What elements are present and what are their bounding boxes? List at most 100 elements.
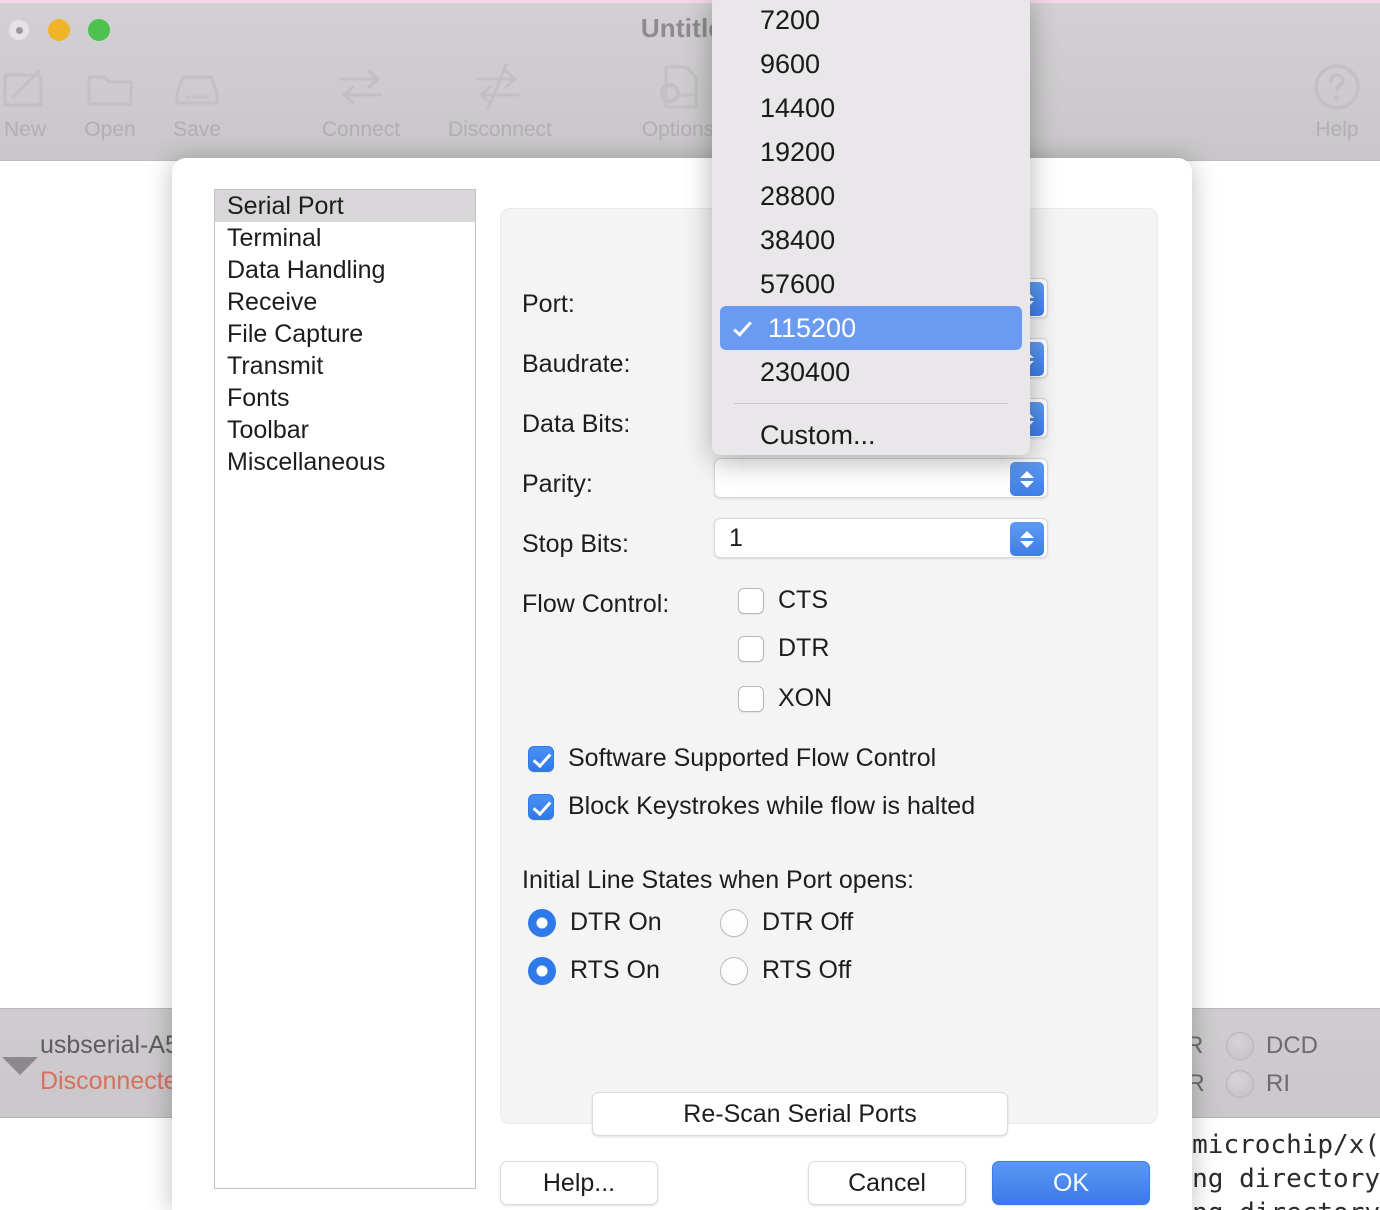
toolbar-label-save: Save <box>173 118 221 141</box>
menu-item-7200[interactable]: 7200 <box>712 0 1030 42</box>
menu-item-57600[interactable]: 57600 <box>712 262 1030 306</box>
menu-item-28800[interactable]: 28800 <box>712 174 1030 218</box>
toolbar-label-open: Open <box>84 118 136 141</box>
parity-select[interactable] <box>714 458 1048 498</box>
flow-control-dtr[interactable]: DTR <box>738 634 829 663</box>
menu-item-230400[interactable]: 230400 <box>712 350 1030 394</box>
parity-label: Parity: <box>522 470 593 498</box>
port-label: Port: <box>522 290 575 318</box>
checkbox-label-software-flow-control: Software Supported Flow Control <box>568 744 937 772</box>
window-titlebar: Untitled New Open Save Connect Disconnec… <box>0 3 1380 161</box>
radio-label-dtr-on: DTR On <box>570 908 662 936</box>
toolbar: New Open Save Connect Disconnect Options… <box>0 58 1380 158</box>
signal-led-dcd <box>1226 1032 1254 1060</box>
checkbox-label-xon: XON <box>778 684 833 712</box>
sidebar-item-receive[interactable]: Receive <box>215 286 475 318</box>
software-flow-control-row[interactable]: Software Supported Flow Control <box>528 744 936 773</box>
connect-arrows-icon <box>311 58 411 116</box>
sidebar-item-toolbar[interactable]: Toolbar <box>215 414 475 446</box>
menu-item-115200[interactable]: 115200 <box>720 306 1022 350</box>
rescan-serial-ports-button[interactable]: Re-Scan Serial Ports <box>592 1092 1008 1136</box>
baudrate-label: Baudrate: <box>522 350 631 378</box>
terminal-line: ng directory <box>1192 1198 1380 1210</box>
radio-dtr-off[interactable] <box>720 908 748 937</box>
menu-item-38400[interactable]: 38400 <box>712 218 1030 262</box>
flow-control-label-row: Flow Control: <box>522 590 669 619</box>
radio-label-rts-on: RTS On <box>570 956 660 984</box>
checkbox-block-keystrokes[interactable] <box>528 793 554 820</box>
stopbits-value: 1 <box>729 523 743 552</box>
menu-item-9600[interactable]: 9600 <box>712 42 1030 86</box>
menu-separator <box>734 403 1008 404</box>
toolbar-button-save[interactable]: Save <box>147 58 247 142</box>
radio-rts-on[interactable] <box>528 956 556 985</box>
status-port-name: usbserial-A5 <box>40 1031 179 1059</box>
signal-led-ri <box>1226 1070 1254 1098</box>
field-row-stopbits: Stop Bits: <box>522 530 629 559</box>
help-button[interactable]: Help... <box>500 1161 658 1205</box>
menu-item-14400[interactable]: 14400 <box>712 86 1030 130</box>
window-title: Untitled <box>640 13 740 43</box>
sidebar-item-data-handling[interactable]: Data Handling <box>215 254 475 286</box>
checkbox-xon[interactable] <box>738 685 764 712</box>
field-row-parity: Parity: <box>522 470 593 499</box>
field-row-databits: Data Bits: <box>522 410 630 439</box>
preferences-sidebar[interactable]: Serial Port Terminal Data Handling Recei… <box>214 189 476 1189</box>
signal-label-ri: RI <box>1266 1070 1290 1097</box>
sidebar-item-transmit[interactable]: Transmit <box>215 350 475 382</box>
terminal-line: ng directory <box>1192 1164 1380 1194</box>
toolbar-button-open[interactable]: Open <box>60 58 160 142</box>
sidebar-item-miscellaneous[interactable]: Miscellaneous <box>215 446 475 478</box>
stopbits-select[interactable]: 1 <box>714 518 1048 558</box>
disconnect-arrows-icon <box>448 58 548 116</box>
checkbox-dtr[interactable] <box>738 635 764 662</box>
flow-control-xon[interactable]: XON <box>738 684 832 713</box>
radio-label-rts-off: RTS Off <box>762 956 852 984</box>
flow-control-cts[interactable]: CTS <box>738 586 828 615</box>
radio-label-dtr-off: DTR Off <box>762 908 854 936</box>
sidebar-item-file-capture[interactable]: File Capture <box>215 318 475 350</box>
toolbar-button-disconnect[interactable]: Disconnect <box>448 58 552 142</box>
disclosure-triangle-icon[interactable] <box>2 1057 38 1075</box>
sidebar-item-serial-port[interactable]: Serial Port <box>215 190 475 222</box>
toolbar-label-connect: Connect <box>321 118 401 141</box>
signal-label-dcd: DCD <box>1266 1032 1318 1059</box>
flow-control-label: Flow Control: <box>522 590 670 618</box>
databits-label: Data Bits: <box>522 410 631 438</box>
radio-dtr-off-row[interactable]: DTR Off <box>720 908 853 937</box>
menu-item-custom[interactable]: Custom... <box>712 413 1030 455</box>
ok-button[interactable]: OK <box>992 1161 1150 1205</box>
checkbox-cts[interactable] <box>738 587 764 614</box>
checkbox-label-block-keystrokes: Block Keystrokes while flow is halted <box>568 792 976 820</box>
disk-icon <box>147 58 247 116</box>
block-keystrokes-row[interactable]: Block Keystrokes while flow is halted <box>528 792 975 821</box>
checkbox-software-flow-control[interactable] <box>528 745 554 772</box>
checkmark-icon <box>733 317 752 337</box>
menu-item-label-115200: 115200 <box>768 312 857 343</box>
folder-icon <box>60 58 160 116</box>
terminal-line: microchip/x( <box>1192 1130 1380 1160</box>
stopbits-stepper-icon[interactable] <box>1010 522 1044 556</box>
checkbox-label-cts: CTS <box>778 586 828 614</box>
sidebar-item-terminal[interactable]: Terminal <box>215 222 475 254</box>
toolbar-label-help: Help <box>1315 118 1359 141</box>
radio-rts-off[interactable] <box>720 956 748 985</box>
status-connection-state: Disconnecte <box>40 1067 178 1095</box>
question-circle-icon <box>1287 58 1380 116</box>
toolbar-label-disconnect: Disconnect <box>448 118 552 141</box>
cancel-button[interactable]: Cancel <box>808 1161 966 1205</box>
radio-rts-off-row[interactable]: RTS Off <box>720 956 851 985</box>
checkbox-label-dtr: DTR <box>778 634 830 662</box>
initial-line-states-title: Initial Line States when Port opens: <box>522 866 914 894</box>
menu-item-19200[interactable]: 19200 <box>712 130 1030 174</box>
toolbar-button-help[interactable]: Help <box>1287 58 1380 142</box>
sidebar-item-fonts[interactable]: Fonts <box>215 382 475 414</box>
toolbar-button-connect[interactable]: Connect <box>311 58 411 142</box>
stopbits-label: Stop Bits: <box>522 530 629 558</box>
radio-dtr-on-row[interactable]: DTR On <box>528 908 662 937</box>
radio-rts-on-row[interactable]: RTS On <box>528 956 660 985</box>
field-row-baudrate: Baudrate: <box>522 350 630 379</box>
parity-stepper-icon[interactable] <box>1010 462 1044 496</box>
radio-dtr-on[interactable] <box>528 908 556 937</box>
baudrate-dropdown-menu[interactable]: 7200 9600 14400 19200 28800 38400 57600 … <box>712 0 1030 455</box>
